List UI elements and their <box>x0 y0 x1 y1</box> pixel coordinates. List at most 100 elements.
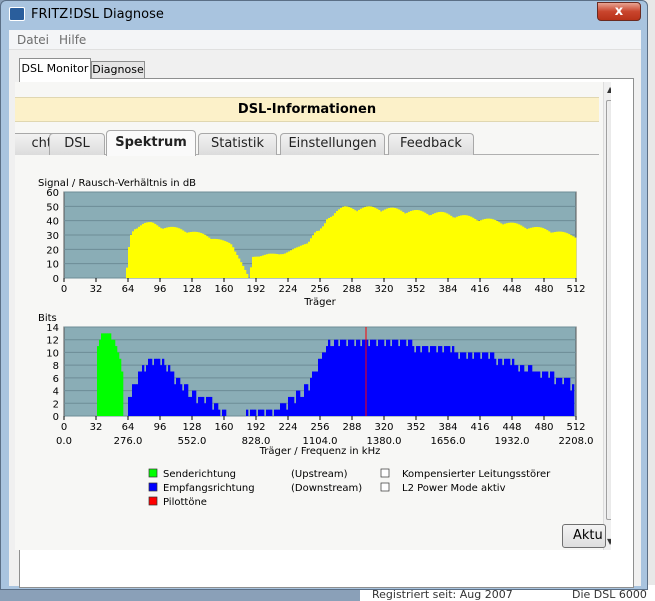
snr-bar <box>542 228 545 278</box>
snr-bar <box>200 232 203 278</box>
snr-bar <box>522 226 525 278</box>
tab-dsl-monitor[interactable]: DSL Monitor <box>19 58 91 79</box>
aktualisieren-button[interactable]: Aktu <box>562 524 606 548</box>
scroll-down-icon[interactable]: ▼ <box>607 537 611 546</box>
snr-bar <box>390 207 393 278</box>
khz-tick-label: 2208.0 <box>559 436 594 447</box>
downstream-bar <box>392 339 395 416</box>
snr-bar <box>560 231 563 278</box>
downstream-bar <box>436 352 439 416</box>
downstream-bar <box>150 358 153 416</box>
tab-diagnose[interactable]: Diagnose <box>91 61 145 79</box>
title-bar[interactable]: FRITZ!DSL Diagnose x <box>1 1 647 29</box>
snr-bar <box>166 227 169 278</box>
downstream-bar <box>554 384 557 416</box>
close-button[interactable]: x <box>597 2 641 21</box>
snr-bar <box>370 206 373 278</box>
downstream-bar <box>394 339 397 416</box>
snr-bar <box>268 253 271 278</box>
snr-chart-ytick-label: 10 <box>46 260 59 271</box>
downstream-bar <box>386 339 389 416</box>
snr-bar <box>394 207 397 278</box>
downstream-bar <box>432 346 435 416</box>
snr-bar <box>400 210 403 278</box>
upstream-bar <box>111 339 114 416</box>
downstream-bar <box>460 352 463 416</box>
downstream-bar <box>362 339 365 416</box>
snr-bar <box>190 231 193 278</box>
downstream-bar <box>424 346 427 416</box>
downstream-bar <box>202 396 205 416</box>
snr-bar <box>374 207 377 278</box>
snr-bar <box>328 217 331 278</box>
snr-bar <box>372 207 375 278</box>
snr-bar <box>168 227 171 278</box>
downstream-bar <box>152 365 155 416</box>
snr-bar <box>296 247 299 278</box>
downstream-bar <box>528 365 531 416</box>
snr-bar <box>234 251 237 278</box>
downstream-bar <box>154 358 157 416</box>
snr-chart-ytick-label: 40 <box>46 217 59 228</box>
downstream-bar <box>494 358 497 416</box>
downstream-bar <box>208 396 211 416</box>
downstream-bar <box>224 409 227 416</box>
downstream-bar <box>140 371 143 416</box>
snr-bar <box>398 209 401 278</box>
downstream-bar <box>214 403 217 416</box>
downstream-bar <box>354 346 357 416</box>
snr-bar <box>236 255 239 278</box>
legend-label: Senderichtung <box>163 469 236 480</box>
snr-chart-xtick-label: 96 <box>154 284 167 295</box>
vertical-scroll-thumb[interactable] <box>606 100 611 520</box>
menu-datei[interactable]: Datei <box>17 33 49 47</box>
downstream-bar <box>546 371 549 416</box>
snr-bar <box>536 226 539 278</box>
menu-hilfe[interactable]: Hilfe <box>59 33 86 47</box>
downstream-bar <box>132 384 135 416</box>
snr-bar <box>144 222 147 278</box>
snr-bar <box>454 217 457 278</box>
snr-chart-xtick-label: 448 <box>502 284 521 295</box>
snr-bar <box>218 239 221 278</box>
upstream-bar <box>115 346 118 416</box>
snr-bar <box>160 228 163 278</box>
downstream-bar <box>338 346 341 416</box>
snr-bar <box>304 244 307 278</box>
snr-bar <box>468 215 471 278</box>
downstream-bar <box>542 371 545 416</box>
downstream-bar <box>400 339 403 416</box>
snr-bar <box>210 238 213 278</box>
snr-bar <box>174 227 177 278</box>
snr-bar <box>306 243 309 278</box>
downstream-bar <box>162 358 165 416</box>
downstream-bar <box>536 371 539 416</box>
vertical-scrollbar[interactable]: ▲ ▼ <box>603 82 611 550</box>
scroll-up-icon[interactable]: ▲ <box>607 85 611 94</box>
downstream-bar <box>160 365 163 416</box>
snr-chart-xtick-label: 192 <box>246 284 265 295</box>
downstream-bar <box>508 358 511 416</box>
snr-bar <box>486 218 489 278</box>
snr-bar <box>526 229 529 278</box>
snr-bar <box>444 212 447 278</box>
snr-chart-ytick-label: 50 <box>46 202 59 213</box>
snr-bar <box>264 254 267 278</box>
downstream-bar <box>474 352 477 416</box>
snr-chart-xtick-label: 128 <box>182 284 201 295</box>
downstream-bar <box>376 346 379 416</box>
snr-bar <box>460 215 463 278</box>
downstream-bar <box>534 371 537 416</box>
snr-bar <box>558 231 561 278</box>
downstream-bar <box>544 371 547 416</box>
snr-chart-ylabel: Signal / Rausch-Verhältnis in dB <box>38 178 196 189</box>
snr-bar <box>472 217 475 278</box>
downstream-bar <box>438 346 441 416</box>
downstream-bar <box>466 358 469 416</box>
downstream-bar <box>452 346 455 416</box>
downstream-bar <box>522 365 525 416</box>
snr-bar <box>568 234 571 278</box>
downstream-bar <box>148 358 151 416</box>
snr-bar <box>250 267 253 278</box>
snr-bar <box>314 232 317 278</box>
